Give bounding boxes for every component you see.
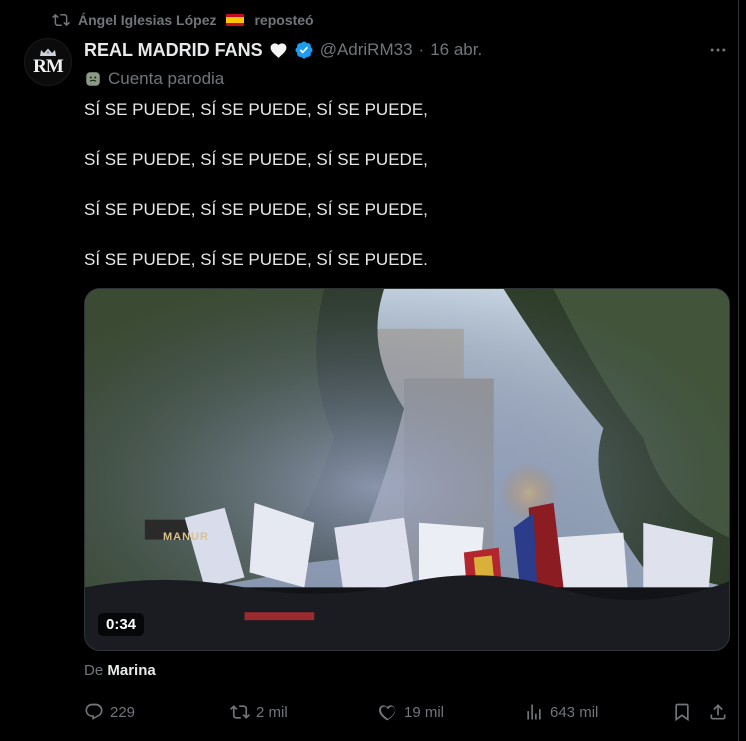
views-button[interactable]: 643 mil	[524, 698, 598, 726]
date-separator: ·	[418, 40, 425, 59]
reply-icon	[85, 703, 103, 720]
more-options-button[interactable]	[706, 40, 730, 60]
repost-user[interactable]: Ángel Iglesias López	[78, 12, 216, 28]
more-icon	[710, 48, 726, 52]
bookmark-icon	[675, 703, 689, 722]
tweet-text: SÍ SE PUEDE, SÍ SE PUEDE, SÍ SE PUEDE, S…	[84, 98, 704, 298]
shop-sign-text: MANUR	[163, 531, 209, 543]
tweet-date[interactable]: 16 abr.	[430, 40, 482, 60]
tweet-line: SÍ SE PUEDE, SÍ SE PUEDE, SÍ SE PUEDE,	[84, 150, 428, 169]
verified-badge-icon[interactable]	[294, 40, 314, 60]
author-name[interactable]: REAL MADRID FANS	[84, 40, 263, 61]
share-button[interactable]	[708, 698, 728, 726]
author-handle[interactable]: @AdriRM33	[320, 40, 413, 60]
like-button[interactable]: 19 mil	[378, 698, 444, 726]
repost-icon	[230, 705, 250, 719]
theater-masks-icon	[86, 72, 100, 86]
reply-button[interactable]: 229	[84, 698, 135, 726]
bookmark-button[interactable]	[672, 698, 692, 726]
heart-icon	[378, 705, 396, 721]
share-icon	[710, 704, 726, 720]
avatar-monogram: RM	[33, 56, 64, 77]
spain-flag-icon	[226, 14, 245, 26]
credit-user[interactable]: Marina	[107, 662, 155, 679]
credit-prefix: De	[84, 662, 104, 679]
reply-count: 229	[110, 703, 136, 721]
repost-count: 2 mil	[256, 703, 288, 721]
repost-button[interactable]: 2 mil	[230, 698, 288, 726]
video-thumbnail	[85, 289, 729, 650]
action-bar: 229 2 mil 19 mil 643 mil	[84, 698, 732, 726]
repost-action: reposteó	[254, 12, 314, 28]
tweet-header: REAL MADRID FANS @AdriRM33 · 16 abr.	[84, 38, 726, 62]
video-duration: 0:34	[98, 613, 145, 636]
video-player[interactable]: MANUR 0:34	[84, 288, 730, 651]
views-count: 643 mil	[550, 703, 599, 721]
parody-label: Cuenta parodia	[84, 68, 224, 90]
avatar[interactable]: RM	[24, 38, 72, 86]
white-heart-icon	[270, 42, 287, 58]
repost-context[interactable]: Ángel Iglesias López reposteó	[52, 10, 314, 30]
like-count: 19 mil	[404, 703, 445, 721]
repost-icon	[52, 13, 70, 27]
media-credit: De Marina	[84, 662, 156, 679]
tweet-line: SÍ SE PUEDE, SÍ SE PUEDE, SÍ SE PUEDE.	[84, 250, 428, 269]
views-chart-icon	[527, 704, 541, 720]
parody-label-text: Cuenta parodia	[108, 69, 225, 88]
tweet-line: SÍ SE PUEDE, SÍ SE PUEDE, SÍ SE PUEDE,	[84, 200, 428, 219]
tweet-line: SÍ SE PUEDE, SÍ SE PUEDE, SÍ SE PUEDE,	[84, 100, 428, 119]
